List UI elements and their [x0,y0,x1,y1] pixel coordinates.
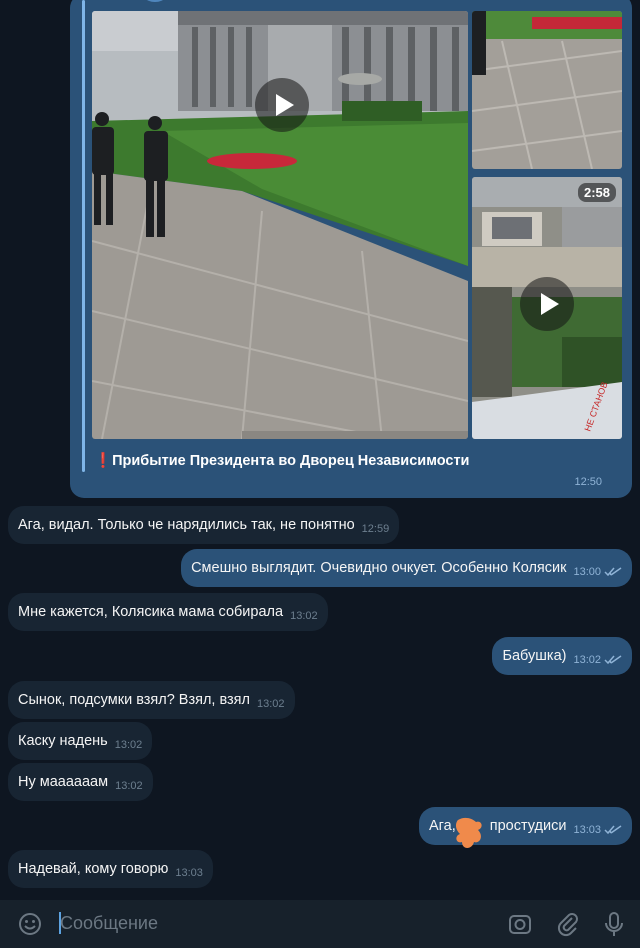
message-text: Бабушка) [502,648,567,664]
message-time: 13:02 [573,654,601,666]
message-text: Ну маааааам [18,774,109,790]
message-time: 13:03 [175,867,203,879]
exclamation-icon: ❗ [94,453,113,469]
message-text: Ага, видал. Только че нарядились так, не… [18,517,355,533]
message-time: 13:02 [257,698,285,710]
message-incoming[interactable]: Каску надень 13:02 [8,722,153,760]
double-check-icon [604,655,622,665]
post-time: 12:50 [574,476,602,488]
message-outgoing[interactable]: Ага, простудиси 13:03 [419,807,632,845]
message-time: 12:59 [361,523,390,535]
message-composer: Сообщение [0,900,640,948]
double-check-icon [604,825,622,835]
message-time: 13:02 [114,739,143,751]
double-check-icon [604,567,622,577]
play-icon[interactable] [255,78,309,132]
attach-icon[interactable] [554,910,582,938]
post-caption[interactable]: ❗Прибытие Президента во Дворец Независим… [94,452,469,469]
message-time: 13:02 [290,610,318,622]
camera-icon[interactable] [506,910,534,938]
message-outgoing[interactable]: Бабушка) 13:02 [492,637,632,675]
redaction-scribble [456,817,482,848]
media-post-bubble[interactable]: НЕ СТАНОВ 2:58 ❗Прибытие Президента во Д… [70,0,632,498]
video-thumbnail-main[interactable] [92,11,468,439]
message-time: 13:03 [573,824,601,836]
chat-history[interactable]: НЕ СТАНОВ 2:58 ❗Прибытие Президента во Д… [0,0,640,900]
post-caption-text: Прибытие Президента во Дворец Независимо… [112,453,470,469]
quote-bar [82,0,85,472]
message-input[interactable]: Сообщение [60,913,158,934]
message-incoming[interactable]: Сынок, подсумки взял? Взял, взял 13:02 [8,681,295,719]
message-text: Надевай, кому говорю [18,861,169,877]
photo-thumbnail-top[interactable] [472,11,622,169]
emoji-icon[interactable] [16,910,44,938]
message-text-before: Ага, [429,818,456,834]
message-text: Сынок, подсумки взял? Взял, взял [18,692,250,708]
message-text: Мне кажется, Колясика мама собирала [18,604,284,620]
video-thumbnail-aerial[interactable]: НЕ СТАНОВ 2:58 [472,177,622,439]
palace-scene-image [92,11,468,439]
mic-icon[interactable] [600,910,628,938]
message-outgoing[interactable]: Смешно выглядит. Очевидно очкует. Особен… [181,549,632,587]
message-incoming[interactable]: Ну маааааам 13:02 [8,763,153,801]
video-duration-badge: 2:58 [577,183,616,202]
play-icon[interactable] [520,277,574,331]
message-text: Каску надень [18,733,108,749]
pavement-image [472,11,622,169]
message-incoming[interactable]: Надевай, кому говорю 13:03 [8,850,213,888]
channel-avatar[interactable] [138,0,172,2]
message-time: 13:02 [115,780,143,792]
message-text: Смешно выглядит. Очевидно очкует. Особен… [191,560,567,576]
message-incoming[interactable]: Ага, видал. Только че нарядились так, не… [8,506,400,544]
message-text-after: простудиси [489,818,567,834]
message-time: 13:00 [573,566,601,578]
message-incoming[interactable]: Мне кажется, Колясика мама собирала 13:0… [8,593,328,631]
